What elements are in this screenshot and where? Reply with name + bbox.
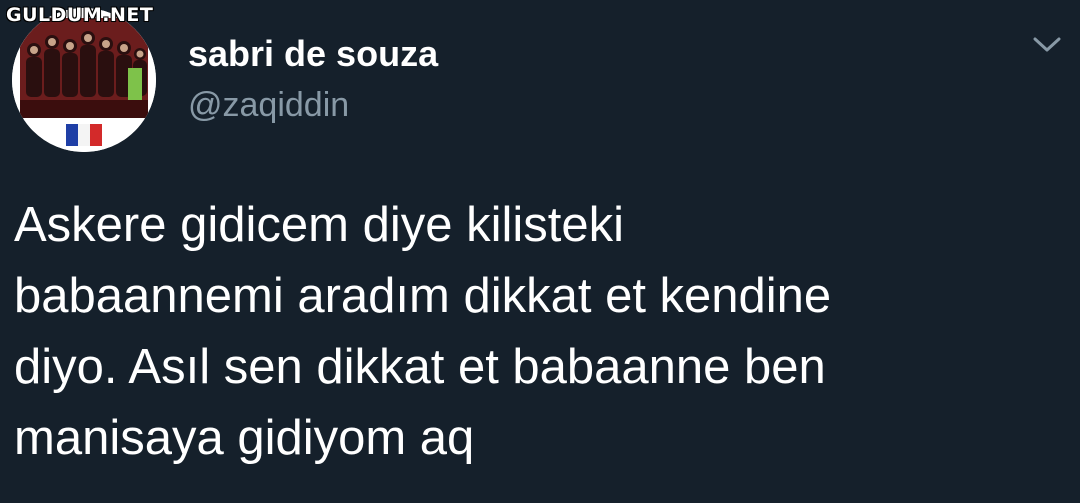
tweet-text-line: babaannemi aradım dikkat et kendine: [14, 269, 832, 323]
site-watermark: GULDUM.NET: [6, 4, 154, 26]
tweet-text-line: manisaya gidiyom aq: [14, 411, 475, 465]
author-display-name[interactable]: sabri de souza: [188, 33, 438, 75]
author-handle[interactable]: @zaqiddin: [188, 86, 349, 125]
tweet-text: Askere gidicem diye kilisteki babaannemi…: [14, 190, 1064, 474]
avatar-image: [12, 8, 156, 152]
chevron-down-icon[interactable]: [1027, 30, 1067, 60]
avatar[interactable]: [12, 8, 156, 152]
tweet-text-line: diyo. Asıl sen dikkat et babaanne ben: [14, 340, 826, 394]
tweet-text-line: Askere gidicem diye kilisteki: [14, 198, 624, 252]
french-flag-icon: [66, 124, 102, 146]
tweet-card: GULDUM.NET sabri de souza @zaqiddin Aske…: [0, 0, 1080, 503]
